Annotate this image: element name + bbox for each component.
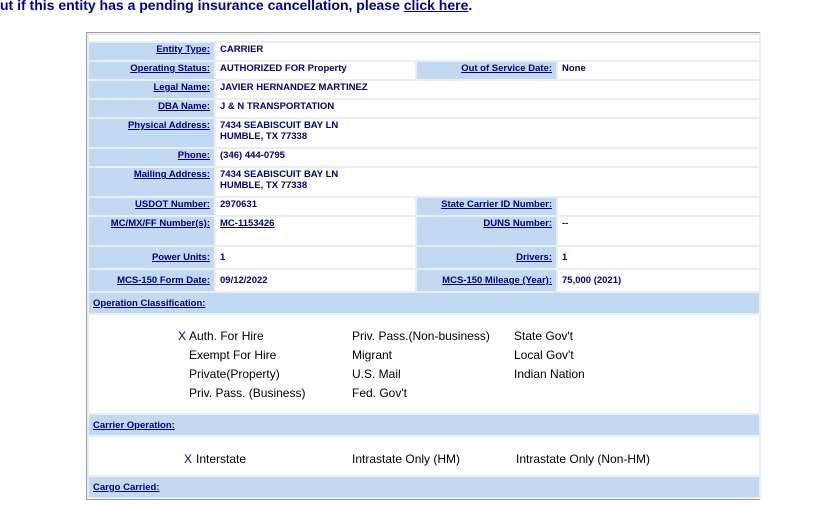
mc-number-link[interactable]: MC-1153426 [220, 218, 274, 229]
legal-name-label: Legal Name: [87, 79, 216, 100]
phone-label: Phone: [87, 147, 216, 168]
carrier-operation-grid: X Interstate Intrastate Only (HM) Intras… [87, 435, 761, 477]
state-carrier-id-label: State Carrier ID Number: [415, 196, 558, 217]
dba-name-value: J & N TRANSPORTATION [214, 98, 761, 119]
out-of-service-label: Out of Service Date: [415, 60, 558, 81]
physical-address-line1: 7434 SEABISCUIT BAY LN [220, 120, 339, 131]
carrier-op-item: Intrastate Only (HM) [352, 452, 461, 466]
out-of-service-value: None [556, 60, 761, 81]
mc-number-label: MC/MX/FF Number(s): [87, 215, 216, 247]
usdot-value: 2970631 [214, 196, 417, 217]
click-here-link[interactable]: click here [404, 0, 469, 13]
op-class-item: Indian Nation [514, 367, 585, 381]
op-class-item: Priv. Pass.(Non-business) [352, 329, 490, 343]
op-class-item: U.S. Mail [352, 367, 401, 381]
carrier-snapshot-table: Entity Type: CARRIER Operating Status: A… [86, 32, 761, 500]
mailing-address-line1: 7434 SEABISCUIT BAY LN [220, 169, 339, 180]
carrier-operation-header: Carrier Operation: [87, 413, 761, 437]
op-class-item: Migrant [352, 348, 393, 362]
carrier-op-item: Interstate [196, 452, 247, 466]
op-class-item: Auth. For Hire [189, 329, 264, 343]
operating-status-label: Operating Status: [87, 60, 216, 81]
entity-type-value: CARRIER [214, 41, 761, 62]
op-class-item: Priv. Pass. (Business) [189, 386, 306, 400]
mailing-address-line2: HUMBLE, TX 77338 [220, 180, 308, 191]
carrier-op-item: Intrastate Only (Non-HM) [516, 452, 651, 466]
physical-address-label: Physical Address: [87, 117, 216, 149]
mcs150-mileage-label: MCS-150 Mileage (Year): [415, 268, 558, 293]
auth-for-hire-check: X [178, 329, 187, 343]
op-class-item: Local Gov't [514, 348, 574, 362]
legal-name-value: JAVIER HERNANDEZ MARTINEZ [214, 79, 761, 100]
usdot-label: USDOT Number: [87, 196, 216, 217]
drivers-label: Drivers: [415, 245, 558, 270]
power-units-label: Power Units: [87, 245, 216, 270]
operating-status-value: AUTHORIZED FOR Property [214, 60, 417, 81]
dba-name-label: DBA Name: [87, 98, 216, 119]
duns-label: DUNS Number: [415, 215, 558, 247]
op-class-item: Private(Property) [189, 367, 280, 381]
banner-end: . [468, 0, 473, 13]
mailing-address-value: 7434 SEABISCUIT BAY LN HUMBLE, TX 77338 [214, 166, 761, 198]
op-class-item: Exempt For Hire [189, 348, 277, 362]
mcs150-date-value: 09/12/2022 [214, 268, 417, 293]
banner-text: ut if this entity has a pending insuranc… [0, 0, 404, 13]
duns-value: -- [556, 215, 761, 247]
physical-address-line2: HUMBLE, TX 77338 [220, 131, 308, 142]
op-class-item: State Gov't [514, 329, 573, 343]
operation-classification-header: Operation Classification: [87, 291, 761, 315]
mc-number-value: MC-1153426 [214, 215, 417, 247]
physical-address-value: 7434 SEABISCUIT BAY LN HUMBLE, TX 77338 [214, 117, 761, 149]
state-carrier-id-value [556, 196, 761, 217]
phone-value: (346) 444-0795 [214, 147, 761, 168]
mcs150-date-label: MCS-150 Form Date: [87, 268, 216, 293]
mailing-address-label: Mailing Address: [87, 166, 216, 198]
insurance-cancellation-banner: ut if this entity has a pending insuranc… [0, 0, 472, 13]
interstate-check: X [184, 452, 193, 466]
drivers-value: 1 [556, 245, 761, 270]
op-class-item: Fed. Gov't [352, 386, 407, 400]
mcs150-mileage-value: 75,000 (2021) [556, 268, 761, 293]
cargo-carried-header: Cargo Carried: [87, 475, 761, 499]
power-units-value: 1 [214, 245, 417, 270]
operation-classification-grid: X Auth. For Hire Exempt For Hire Private… [87, 313, 761, 415]
entity-type-label: Entity Type: [87, 41, 216, 62]
